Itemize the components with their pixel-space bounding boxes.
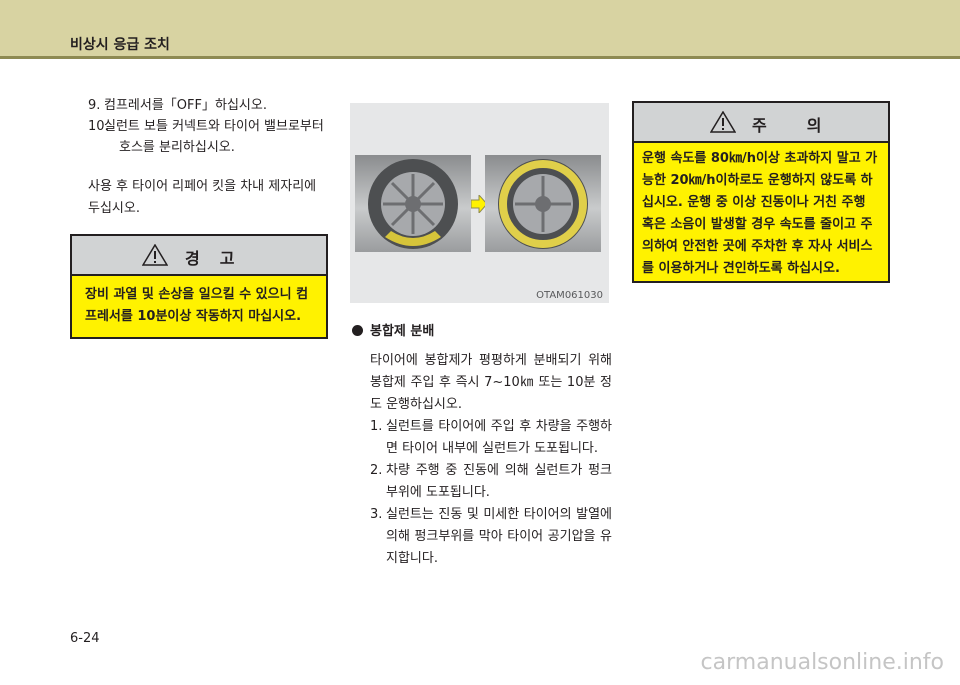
step-text: 실런트는 진동 및 미세한 타이어의 발열에 의해 펑크부위를 막아 타이어 공… [386,507,612,566]
page-number: 6-24 [70,631,100,646]
caution-box: 주의 운행 속도를 80㎞/h이상 초과하지 말고 가능한 20㎞/h이하로도 … [632,101,890,283]
distribution-step-1: 1. 실런트를 타이어에 주입 후 차량을 주행하면 타이어 내부에 실런트가 … [352,416,612,460]
step-number: 2. [370,463,383,478]
step-number: 1. [370,419,383,434]
distribution-step-3: 3. 실런트는 진동 및 미세한 타이어의 발열에 의해 펑크부위를 막아 타이… [352,504,612,570]
header-rule [0,56,960,59]
tire-before-panel [355,155,471,252]
caution-header: 주의 [634,103,888,143]
middle-column: 봉합제 분배 타이어에 봉합제가 평평하게 분배되기 위해 봉합제 주입 후 즉… [352,322,612,570]
tire-after-panel [485,155,601,252]
tire-before-illustration [368,159,458,249]
step-text: 컴프레서를「OFF」하십시오. [104,98,267,113]
step-10: 10. 실런트 보틀 커넥트와 타이어 밸브로부터 호스를 분리하십시오. [70,116,328,158]
step-number: 3. [370,507,383,522]
sealant-figure: OTAM061030 [350,103,609,303]
caution-title: 주의 [752,116,862,135]
step-text: 실런트 보틀 커넥트와 타이어 밸브로부터 [104,119,324,134]
step-text: 실런트를 타이어에 주입 후 차량을 주행하면 타이어 내부에 실런트가 도포됩… [386,419,612,456]
figure-code: OTAM061030 [536,290,603,301]
left-column: 9. 컴프레서를「OFF」하십시오. 10. 실런트 보틀 커넥트와 타이어 밸… [70,95,328,220]
caution-text: 운행 속도를 80㎞/h이상 초과하지 말고 가능한 20㎞/h이하로도 운행하… [642,151,878,276]
distribution-step-2: 2. 차량 주행 중 진동에 의해 실런트가 펑크 부위에 도포됩니다. [352,460,612,504]
warning-box: 경고 장비 과열 및 손상을 일으킬 수 있으니 컴프레서를 10분이상 작동하… [70,234,328,339]
warning-triangle-icon [710,111,736,133]
distribution-paragraph: 타이어에 봉합제가 평평하게 분배되기 위해 봉합제 주입 후 즉시 7~10㎞… [370,353,612,412]
step-text: 차량 주행 중 진동에 의해 실런트가 펑크 부위에 도포됩니다. [386,463,612,500]
warning-triangle-icon [142,244,168,266]
warning-title: 경고 [185,249,255,268]
bullet-icon [352,325,363,336]
tire-after-illustration [498,159,588,249]
step-9: 9. 컴프레서를「OFF」하십시오. [70,95,328,116]
sealant-distribution-heading: 봉합제 분배 [352,322,612,342]
warning-text: 장비 과열 및 손상을 일으킬 수 있으니 컴프레서를 10분이상 작동하지 마… [85,287,309,324]
storage-note: 사용 후 타이어 리페어 킷을 차내 제자리에 두십시오. [88,179,317,216]
heading-text: 봉합제 분배 [370,324,435,339]
step-number: 9. [88,98,101,113]
step-text-continued: 호스를 분리하십시오. [119,140,235,155]
section-title: 비상시 응급 조치 [70,37,170,53]
warning-header: 경고 [72,236,326,276]
step-number: 10. [88,119,109,134]
watermark: carmanualsonline.info [700,650,944,675]
